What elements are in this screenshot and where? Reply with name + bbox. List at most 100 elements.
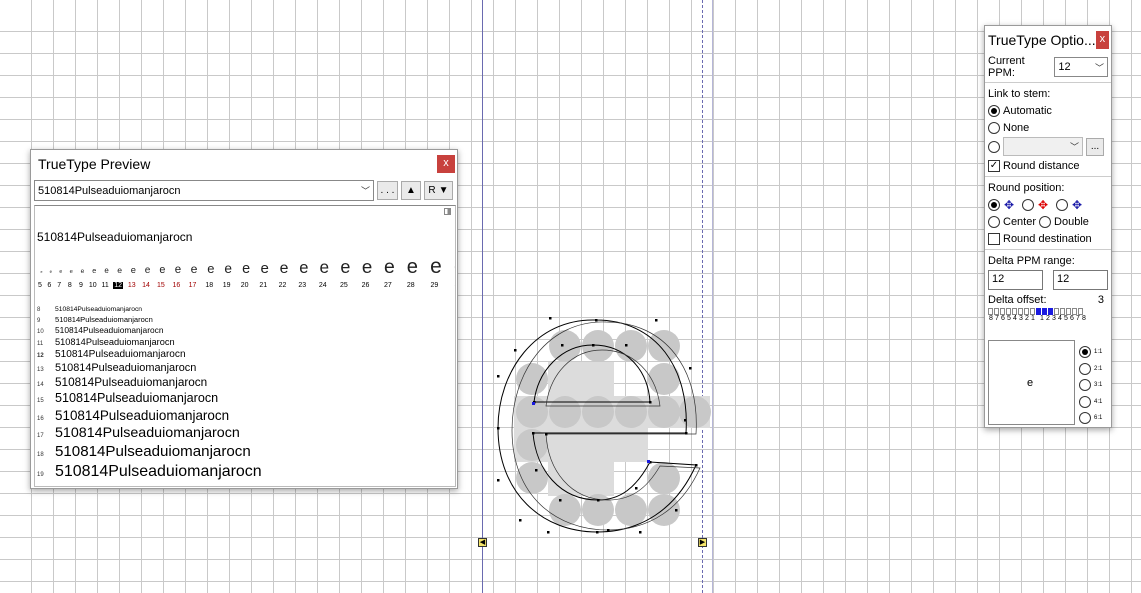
outline-node[interactable] <box>592 344 595 347</box>
size-ramp-label[interactable]: 23 <box>294 282 311 289</box>
size-ramp-label[interactable]: 5 <box>37 282 43 289</box>
outline-node[interactable] <box>675 509 678 512</box>
zoom-ratio-radio[interactable] <box>1079 395 1091 408</box>
round-down-radio[interactable] <box>1056 198 1068 211</box>
preview-text-combo[interactable]: 510814Pulseaduiomanjarocn ﹀ <box>34 180 374 201</box>
delta-offset-cell[interactable] <box>1030 308 1035 315</box>
size-ramp-label[interactable]: 21 <box>255 282 271 289</box>
round-grid-radio[interactable] <box>988 198 1000 211</box>
size-ramp-labels[interactable]: 5 6 7 8 9 10 11 12 13 14 15 16 17 18 19 20 21 22 23 24 25 26 2… <box>37 282 456 289</box>
stem-select[interactable]: ﹀ <box>1003 137 1083 156</box>
outline-node[interactable] <box>596 531 599 534</box>
size-ramp-label[interactable]: 8 <box>66 282 74 289</box>
delta-ppm-to-field[interactable]: 12 <box>1053 270 1108 290</box>
outline-node[interactable] <box>497 479 500 482</box>
size-ramp-label[interactable]: 13 <box>126 282 137 289</box>
size-ramp-label[interactable]: 22 <box>274 282 291 289</box>
none-radio[interactable] <box>988 121 1000 134</box>
size-ramp-label[interactable]: 26 <box>356 282 375 289</box>
outline-node[interactable] <box>695 464 698 467</box>
round-half-radio[interactable] <box>1022 198 1034 211</box>
outline-node[interactable] <box>532 432 535 435</box>
delta-offset-cell[interactable] <box>1012 308 1017 315</box>
delta-offset-cell[interactable] <box>1054 308 1059 315</box>
round-destination-checkbox[interactable] <box>988 232 1000 245</box>
zoom-ratio-option[interactable]: 4:1 <box>1079 394 1102 411</box>
outline-node[interactable] <box>595 319 598 322</box>
size-ramp-label[interactable]: 19 <box>219 282 234 289</box>
zoom-ratio-radio[interactable] <box>1079 379 1091 392</box>
glyph-outline[interactable] <box>480 300 720 545</box>
close-icon[interactable]: x <box>1095 31 1109 49</box>
size-ramp-label[interactable]: 16 <box>170 282 183 289</box>
delta-offset-cell[interactable] <box>1000 308 1005 315</box>
size-ramp-label[interactable]: 29 <box>424 282 445 289</box>
stem-select-radio[interactable] <box>988 140 1000 153</box>
round-distance-checkbox[interactable]: ✓ <box>988 159 1000 172</box>
outline-node[interactable] <box>635 487 638 490</box>
preview-mode-button[interactable]: R ▼ <box>424 181 453 200</box>
current-ppm-select[interactable]: 12 ﹀ <box>1054 57 1108 77</box>
size-ramp-label[interactable]: 9 <box>77 282 85 289</box>
close-icon[interactable]: x <box>437 155 455 173</box>
size-ramp-label[interactable]: 11 <box>100 282 110 289</box>
zoom-ratio-radio[interactable] <box>1079 412 1091 425</box>
size-ramp-label[interactable]: 15 <box>155 282 167 289</box>
delta-offset-cell[interactable] <box>1006 308 1011 315</box>
truetype-preview-window[interactable]: TrueType Preview x 510814Pulseaduiomanja… <box>30 149 458 489</box>
outline-node[interactable] <box>514 349 517 352</box>
zoom-ratio-option[interactable]: 1:1 <box>1079 344 1102 361</box>
zoom-ratio-option[interactable]: 6:1 <box>1079 410 1102 427</box>
truetype-options-panel[interactable]: TrueType Optio... x Current PPM: 12 ﹀ Li… <box>984 25 1112 428</box>
size-ramp-label[interactable]: 6 <box>46 282 53 289</box>
zoom-ratio-radio[interactable] <box>1079 362 1091 375</box>
outline-node[interactable] <box>639 531 642 534</box>
outline-node[interactable] <box>519 519 522 522</box>
delta-offset-cell[interactable] <box>1072 308 1077 315</box>
stem-browse-button[interactable]: ... <box>1086 137 1104 156</box>
delta-offset-cell[interactable] <box>1048 308 1053 315</box>
delta-offset-cell[interactable] <box>1078 308 1083 315</box>
panel-toggle-icon[interactable] <box>444 208 451 215</box>
outline-node[interactable] <box>559 499 562 502</box>
delta-offset-cell[interactable] <box>1060 308 1065 315</box>
size-ramp-label[interactable]: 27 <box>378 282 398 289</box>
preview-up-button[interactable]: ▲ <box>401 181 421 200</box>
automatic-radio[interactable] <box>988 104 1000 117</box>
outline-node[interactable] <box>685 432 688 435</box>
outline-node[interactable] <box>625 344 628 347</box>
outline-node[interactable] <box>547 531 550 534</box>
outline-node[interactable] <box>684 419 687 422</box>
size-ramp-label[interactable]: 20 <box>237 282 252 289</box>
preview-body[interactable]: 510814Pulseaduiomanjarocn eeeeeeeeeeeeee… <box>34 205 456 487</box>
outline-node[interactable] <box>497 427 500 430</box>
options-titlebar[interactable]: TrueType Optio... x <box>985 26 1111 54</box>
size-ramp-label[interactable]: 18 <box>202 282 216 289</box>
delta-offset-cell[interactable] <box>1018 308 1023 315</box>
center-radio[interactable] <box>988 215 1000 228</box>
double-radio[interactable] <box>1039 215 1052 228</box>
zoom-ratio-option[interactable]: 3:1 <box>1079 377 1102 394</box>
delta-offset-cell[interactable] <box>1066 308 1071 315</box>
outline-node[interactable] <box>497 375 500 378</box>
delta-offset-cell[interactable] <box>1024 308 1029 315</box>
outline-node[interactable] <box>561 344 564 347</box>
size-ramp-label[interactable]: 12 <box>112 282 124 289</box>
outline-node[interactable] <box>607 529 610 532</box>
delta-offset-cell[interactable] <box>994 308 999 315</box>
outline-node[interactable] <box>655 319 658 322</box>
chevron-down-icon[interactable]: ﹀ <box>361 184 370 197</box>
outline-node[interactable] <box>535 469 538 472</box>
delta-offset-ruler[interactable] <box>988 308 1108 315</box>
outline-node[interactable] <box>545 433 548 436</box>
size-ramp-label[interactable]: 30 <box>448 282 456 289</box>
outline-node[interactable] <box>549 317 552 320</box>
size-ramp-label[interactable]: 7 <box>56 282 63 289</box>
preview-options-button[interactable]: . . . <box>377 181 398 200</box>
size-ramp-label[interactable]: 17 <box>186 282 199 289</box>
delta-ppm-from-field[interactable]: 12 <box>988 270 1043 290</box>
outline-node[interactable] <box>689 367 692 370</box>
delta-offset-cell[interactable] <box>1042 308 1047 315</box>
size-ramp-label[interactable]: 25 <box>335 282 353 289</box>
zoom-ratio-option[interactable]: 2:1 <box>1079 361 1102 378</box>
